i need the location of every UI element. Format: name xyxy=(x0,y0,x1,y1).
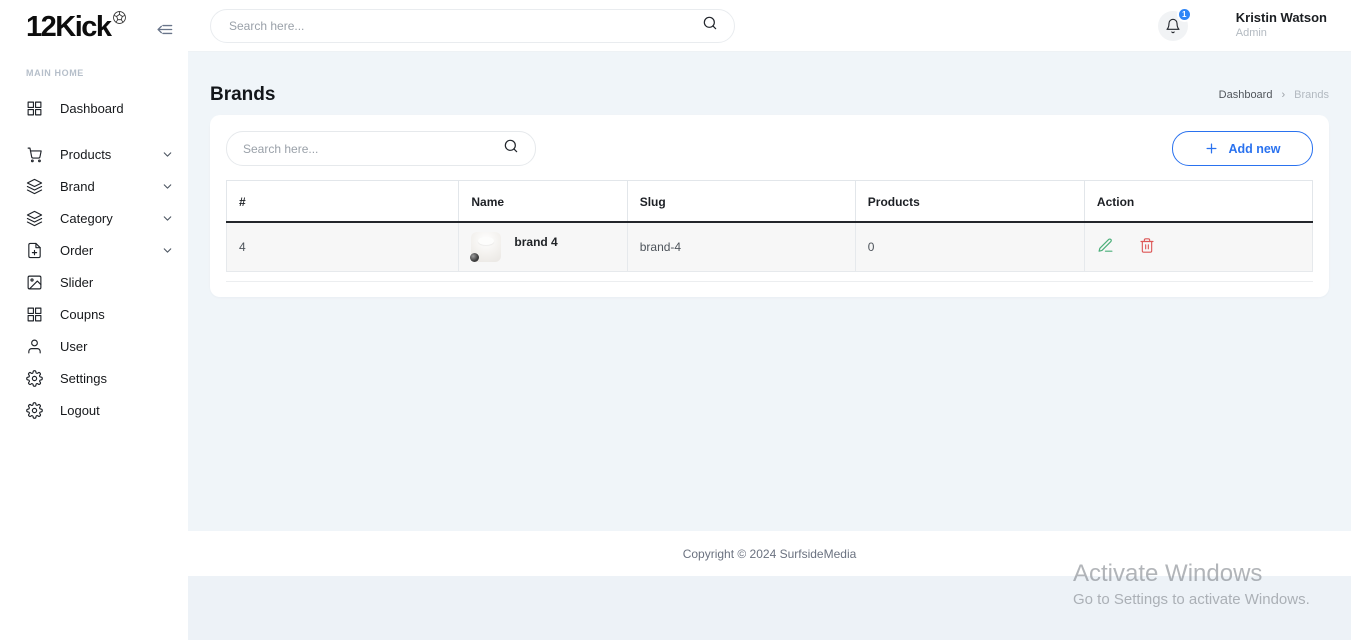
sidebar-section-label: MAIN HOME xyxy=(26,68,174,78)
sidebar-item-label: Category xyxy=(60,211,113,226)
column-header-slug: Slug xyxy=(627,181,855,223)
breadcrumb: Dashboard › Brands xyxy=(1219,89,1329,101)
notification-badge: 1 xyxy=(1177,7,1192,22)
file-plus-icon xyxy=(26,242,43,259)
user-name: Kristin Watson xyxy=(1236,10,1327,26)
page-content: Brands Dashboard › Brands xyxy=(188,52,1351,531)
sidebar-item-settings[interactable]: Settings xyxy=(26,362,174,394)
logo-text: 12Kick xyxy=(26,8,111,46)
copyright-text: Copyright © 2024 SurfsideMedia xyxy=(683,547,857,561)
sidebar-item-order[interactable]: Order xyxy=(26,234,174,266)
add-new-button[interactable]: Add new xyxy=(1172,131,1313,166)
app-root: 12Kick MAIN HOME Dashboard Products Brand C… xyxy=(0,0,1351,640)
sidebar-item-label: Logout xyxy=(60,403,100,418)
chevron-down-icon xyxy=(161,180,174,193)
grid-icon xyxy=(26,306,43,323)
table-row: 4 brand 4 brand-40 xyxy=(227,222,1313,272)
chevron-down-icon xyxy=(161,148,174,161)
main-column: 1 Kristin Watson Admin Brands Dashboard … xyxy=(188,0,1351,640)
gear-icon xyxy=(26,402,43,419)
sidebar-item-user[interactable]: User xyxy=(26,330,174,362)
header-search-input[interactable] xyxy=(229,19,702,33)
cell-id: 4 xyxy=(227,222,459,272)
cell-name: brand 4 xyxy=(459,222,627,272)
sidebar-collapse-icon[interactable] xyxy=(155,20,174,44)
brands-card: Add new #NameSlugProductsAction 4 brand 4… xyxy=(210,115,1329,297)
search-icon[interactable] xyxy=(702,15,718,36)
sidebar-item-label: Brand xyxy=(60,179,95,194)
breadcrumb-separator-icon: › xyxy=(1281,89,1285,101)
sidebar-item-brand[interactable]: Brand xyxy=(26,170,174,202)
table-search-input[interactable] xyxy=(243,142,503,156)
sidebar-item-logout[interactable]: Logout xyxy=(26,394,174,426)
plus-icon xyxy=(1204,141,1219,156)
table-body: 4 brand 4 brand-40 xyxy=(227,222,1313,272)
brands-table: #NameSlugProductsAction 4 brand 4 brand-40 xyxy=(226,180,1313,272)
sidebar-item-category[interactable]: Category xyxy=(26,202,174,234)
gear-icon xyxy=(26,370,43,387)
column-header-name: Name xyxy=(459,181,627,223)
layers-icon xyxy=(26,210,43,227)
search-icon[interactable] xyxy=(503,138,519,159)
sidebar-item-coupns[interactable]: Coupns xyxy=(26,298,174,330)
breadcrumb-current: Brands xyxy=(1294,89,1329,101)
cell-slug: brand-4 xyxy=(627,222,855,272)
sidebar-item-products[interactable]: Products xyxy=(26,138,174,170)
brand-image xyxy=(471,232,501,262)
delete-icon[interactable] xyxy=(1139,237,1155,257)
page-head: Brands Dashboard › Brands xyxy=(210,52,1329,115)
below-footer-area xyxy=(188,576,1351,640)
sidebar-item-slider[interactable]: Slider xyxy=(26,266,174,298)
sidebar-item-dashboard[interactable]: Dashboard xyxy=(26,92,174,124)
footer: Copyright © 2024 SurfsideMedia xyxy=(188,531,1351,576)
cell-products: 0 xyxy=(855,222,1084,272)
user-role: Admin xyxy=(1236,27,1327,41)
cart-icon xyxy=(26,146,43,163)
image-icon xyxy=(26,274,43,291)
edit-icon[interactable] xyxy=(1097,237,1114,257)
sidebar: 12Kick MAIN HOME Dashboard Products Brand C… xyxy=(0,0,188,640)
table-bottom-divider xyxy=(226,281,1313,282)
table-search-box xyxy=(226,131,536,166)
card-toolbar: Add new xyxy=(226,131,1313,166)
grid-icon xyxy=(26,100,43,117)
sidebar-item-label: Settings xyxy=(60,371,107,386)
soccer-ball-icon xyxy=(111,8,127,30)
user-menu[interactable]: Kristin Watson Admin xyxy=(1236,10,1327,41)
column-header-id: # xyxy=(227,181,459,223)
page-title: Brands xyxy=(210,84,275,106)
app-logo[interactable]: 12Kick xyxy=(26,8,127,46)
top-header: 1 Kristin Watson Admin xyxy=(188,0,1351,52)
sidebar-item-label: Coupns xyxy=(60,307,105,322)
layers-icon xyxy=(26,178,43,195)
column-header-products: Products xyxy=(855,181,1084,223)
cell-action xyxy=(1084,222,1312,272)
chevron-down-icon xyxy=(161,212,174,225)
user-icon xyxy=(26,338,43,355)
column-header-action: Action xyxy=(1084,181,1312,223)
sidebar-item-label: Order xyxy=(60,243,93,258)
sidebar-nav: Dashboard Products Brand Category Order Slide… xyxy=(26,92,174,426)
header-search-box xyxy=(210,9,735,43)
brand-name-text: brand 4 xyxy=(514,235,557,249)
chevron-down-icon xyxy=(161,244,174,257)
sidebar-item-label: Products xyxy=(60,147,111,162)
add-new-label: Add new xyxy=(1228,142,1280,156)
sidebar-item-label: Slider xyxy=(60,275,93,290)
header-right: 1 Kristin Watson Admin xyxy=(1158,10,1327,41)
breadcrumb-dashboard[interactable]: Dashboard xyxy=(1219,89,1273,101)
sidebar-item-label: Dashboard xyxy=(60,101,124,116)
sidebar-item-label: User xyxy=(60,339,87,354)
table-header-row: #NameSlugProductsAction xyxy=(227,181,1313,223)
notifications-button[interactable]: 1 xyxy=(1158,11,1188,41)
logo-row: 12Kick xyxy=(26,8,174,46)
